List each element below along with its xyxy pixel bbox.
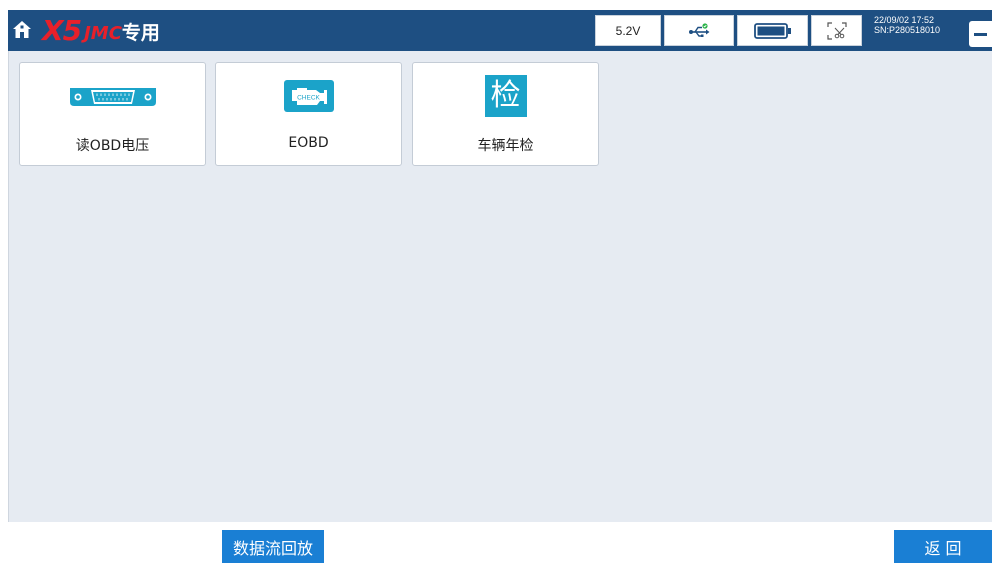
title-bar: X5 JMC 专用 5.2V 22/09/02 17:52 SN:P280518…: [8, 10, 992, 51]
tile-label: 车辆年检: [477, 138, 534, 154]
tile-label: 读OBD电压: [75, 138, 150, 154]
usb-icon: [689, 22, 710, 37]
brand-logo: X5 JMC 专用: [42, 13, 160, 47]
data-stream-playback-button[interactable]: 数据流回放: [222, 530, 324, 563]
minimize-button[interactable]: [969, 21, 992, 47]
brand-tag: 专用: [121, 22, 160, 44]
inspection-icon: 检: [484, 75, 527, 117]
voltage-indicator: 5.2V: [595, 15, 661, 46]
device-info: 22/09/02 17:52 SN:P280518010: [874, 15, 940, 35]
voltage-value: 5.2V: [615, 23, 641, 38]
screenshot-button[interactable]: [811, 15, 862, 46]
minimize-icon: [974, 32, 987, 36]
main-panel: 读OBD电压 CHECK EOBD 检 车辆年检: [8, 51, 992, 522]
check-engine-text: CHECK: [297, 95, 320, 102]
tile-label: EOBD: [288, 135, 329, 151]
app-window: X5 JMC 专用 5.2V 22/09/02 17:52 SN:P280518…: [0, 0, 992, 563]
screenshot-icon: [826, 21, 847, 40]
date-time: 22/09/02 17:52: [874, 15, 935, 25]
obd-connector-icon: [69, 88, 156, 106]
usb-status: [664, 15, 734, 46]
tile-annual-inspection[interactable]: 检 车辆年检: [412, 62, 599, 166]
tile-eobd[interactable]: CHECK EOBD: [215, 62, 402, 166]
battery-icon: [753, 22, 791, 39]
brand-make: JMC: [84, 23, 122, 44]
battery-status: [737, 15, 808, 46]
tile-read-obd-voltage[interactable]: 读OBD电压: [19, 62, 206, 166]
check-engine-icon: CHECK: [283, 80, 334, 112]
brand-model: X5: [42, 14, 82, 47]
home-icon[interactable]: [12, 20, 32, 40]
back-button[interactable]: 返回: [894, 530, 992, 563]
serial-number: SN:P280518010: [874, 25, 941, 35]
